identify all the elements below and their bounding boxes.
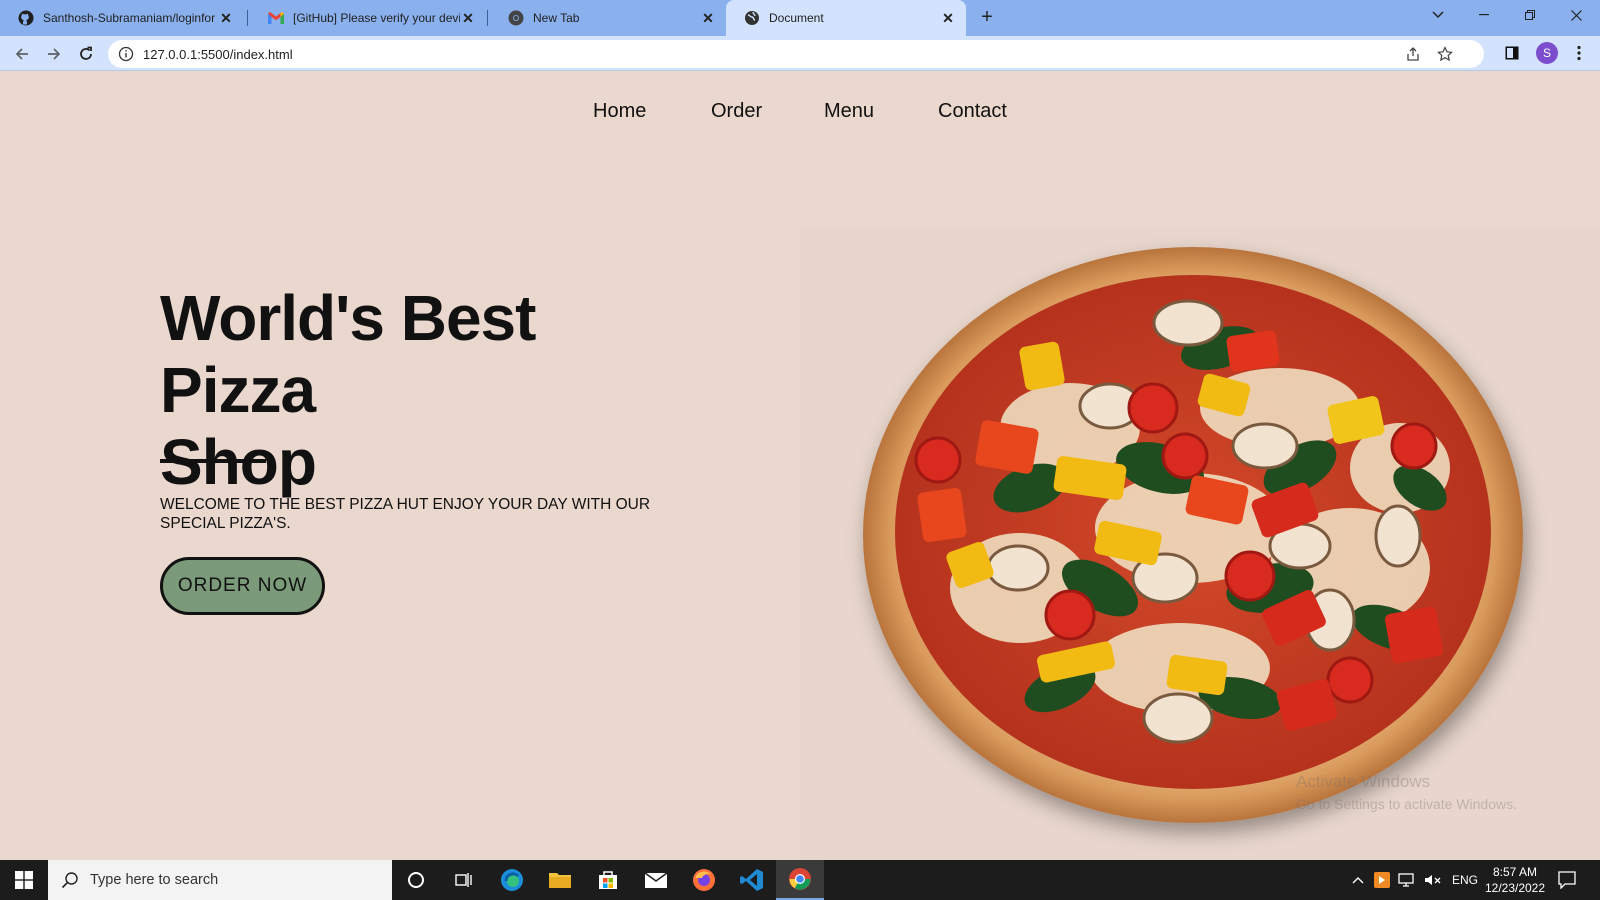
chrome-icon	[508, 10, 524, 26]
close-tab-icon[interactable]: ✕	[700, 10, 716, 26]
web-page: Home Order Menu Contact World's Best Piz…	[0, 72, 1600, 860]
nav-menu[interactable]: Menu	[824, 100, 874, 123]
arrow-left-icon	[15, 48, 28, 60]
site-nav: Home Order Menu Contact	[0, 100, 1600, 130]
windows-logo-icon	[15, 871, 33, 889]
tab-title: Document	[769, 11, 824, 25]
edge-icon	[501, 869, 523, 891]
vscode-icon	[740, 869, 763, 891]
reload-button[interactable]	[73, 41, 99, 67]
app-tray-icon[interactable]	[1374, 872, 1390, 888]
notification-icon[interactable]	[1558, 871, 1576, 889]
firefox-icon	[693, 869, 715, 891]
bookmark-star-icon[interactable]	[1437, 46, 1453, 62]
activate-windows-subtitle: Go to Settings to activate Windows.	[1296, 796, 1517, 812]
new-tab-button[interactable]: +	[975, 6, 999, 30]
hero-title: World's Best Pizza Shop	[160, 282, 700, 498]
mail-icon	[644, 872, 668, 888]
taskbar-chrome[interactable]	[776, 860, 824, 900]
close-window-button[interactable]	[1553, 0, 1599, 30]
forward-button[interactable]	[41, 41, 67, 67]
system-tray: ENG	[1352, 860, 1478, 900]
url-text[interactable]: 127.0.0.1:5500/index.html	[143, 47, 293, 62]
order-now-button[interactable]: ORDER NOW	[160, 557, 325, 615]
hero-divider	[160, 459, 266, 463]
more-menu-icon[interactable]	[1577, 45, 1581, 61]
tab-title: Santhosh-Subramaniam/loginfor	[43, 11, 216, 25]
taskbar-search[interactable]: Type here to search	[48, 860, 392, 900]
tab-search-icon[interactable]	[1415, 0, 1461, 30]
taskbar-store[interactable]	[584, 860, 632, 900]
minimize-button[interactable]	[1461, 0, 1507, 30]
hero-title-line1: World's Best Pizza	[160, 282, 536, 426]
browser-tab-strip: Santhosh-Subramaniam/loginfor ✕ [GitHub]…	[0, 0, 1600, 36]
site-info-icon[interactable]	[118, 46, 134, 62]
pizza-image	[800, 228, 1600, 860]
taskbar-clock[interactable]: 8:57 AM 12/23/2022	[1480, 864, 1550, 896]
profile-avatar[interactable]: S	[1536, 42, 1558, 64]
tab-title: New Tab	[533, 11, 580, 25]
search-icon	[61, 872, 78, 889]
close-tab-icon[interactable]: ✕	[218, 10, 234, 26]
gmail-icon	[268, 10, 284, 26]
store-icon	[599, 871, 617, 889]
chrome-icon	[789, 868, 811, 890]
task-view-icon	[455, 873, 472, 887]
github-icon	[18, 10, 34, 26]
tab-document[interactable]: Document ✕	[726, 0, 966, 36]
tab-github[interactable]: Santhosh-Subramaniam/loginfor ✕	[0, 0, 244, 36]
browser-toolbar: 127.0.0.1:5500/index.html S	[0, 36, 1600, 71]
chevron-up-icon[interactable]	[1352, 876, 1364, 884]
nav-contact[interactable]: Contact	[938, 100, 1007, 123]
volume-muted-icon[interactable]	[1424, 873, 1442, 887]
cortana-button[interactable]	[392, 860, 440, 900]
tab-gmail[interactable]: [GitHub] Please verify your devic ✕	[250, 0, 486, 36]
activate-windows-title: Activate Windows	[1296, 772, 1431, 791]
clock-date: 12/23/2022	[1484, 881, 1546, 895]
taskbar-file-explorer[interactable]	[536, 860, 584, 900]
nav-order[interactable]: Order	[711, 100, 762, 123]
language-indicator[interactable]: ENG	[1452, 873, 1478, 887]
address-bar[interactable]: 127.0.0.1:5500/index.html	[108, 40, 1484, 68]
taskbar-vscode[interactable]	[728, 860, 776, 900]
side-panel-icon[interactable]	[1505, 46, 1519, 60]
reload-icon	[80, 46, 92, 60]
cortana-icon	[408, 872, 424, 888]
close-tab-icon[interactable]: ✕	[940, 10, 956, 26]
restore-button[interactable]	[1507, 0, 1553, 30]
taskbar-edge[interactable]	[488, 860, 536, 900]
tab-separator	[487, 10, 488, 26]
hero-subtitle: WELCOME TO THE BEST PIZZA HUT ENJOY YOUR…	[160, 496, 651, 532]
start-button[interactable]	[0, 860, 48, 900]
tab-title: [GitHub] Please verify your devic	[293, 11, 460, 25]
search-placeholder: Type here to search	[90, 872, 219, 888]
windows-taskbar: Type here to search ENG 8:57 AM 12/23/20…	[0, 860, 1600, 900]
share-icon[interactable]	[1405, 46, 1421, 62]
task-view-button[interactable]	[440, 860, 488, 900]
arrow-right-icon	[48, 48, 61, 60]
tab-separator	[247, 10, 248, 26]
taskbar-mail[interactable]	[632, 860, 680, 900]
taskbar-firefox[interactable]	[680, 860, 728, 900]
nav-home[interactable]: Home	[593, 100, 646, 123]
globe-icon	[744, 10, 760, 26]
clock-time: 8:57 AM	[1492, 865, 1538, 879]
tab-new-tab[interactable]: New Tab ✕	[490, 0, 726, 36]
folder-icon	[549, 873, 571, 888]
back-button[interactable]	[9, 41, 35, 67]
network-icon[interactable]	[1398, 873, 1416, 887]
close-tab-icon[interactable]: ✕	[460, 10, 476, 26]
